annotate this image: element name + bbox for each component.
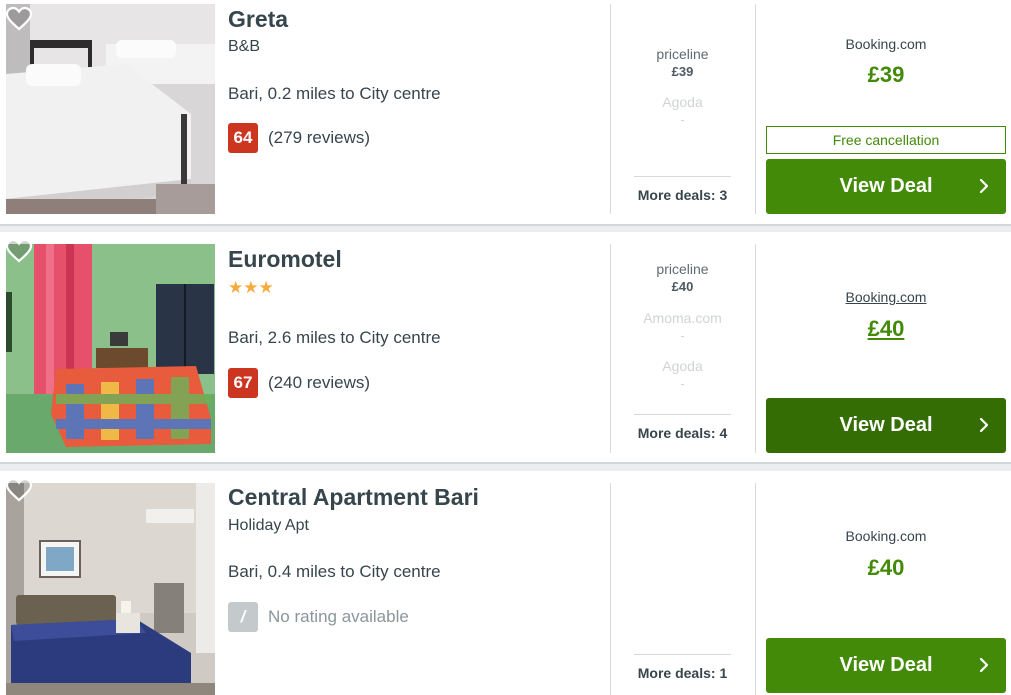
favourite-button[interactable] — [5, 477, 33, 503]
column-divider — [755, 4, 756, 214]
column-divider — [610, 4, 611, 214]
heart-outline-icon — [5, 238, 33, 263]
hotel-type: Holiday Apt — [228, 517, 309, 534]
provider-name: priceline — [656, 261, 709, 277]
review-count: (240 reviews) — [268, 373, 371, 392]
provider-price: £40 — [671, 279, 694, 294]
best-deal-price[interactable]: £39 — [766, 62, 1006, 88]
review-count: No rating available — [268, 607, 409, 626]
heart-outline-icon — [5, 477, 33, 502]
hotel-card-greta: Greta B&B Bari, 0.2 miles to City centre… — [0, 0, 1011, 224]
rating-score-badge: / — [228, 602, 258, 632]
view-deal-label: View Deal — [839, 175, 933, 197]
hotel-photo-bedroom-image — [6, 483, 215, 695]
column-divider — [610, 244, 611, 453]
free-cancellation-badge: Free cancellation — [766, 126, 1006, 154]
heart-outline-icon — [5, 6, 33, 31]
hotel-name[interactable]: Euromotel — [228, 246, 342, 273]
star-rating: ★★★ — [228, 278, 274, 297]
other-deal-item[interactable]: priceline £39 — [634, 46, 731, 80]
card-separator — [0, 462, 1011, 471]
rating-block[interactable]: 67 (240 reviews) — [228, 368, 370, 398]
favourite-button[interactable] — [5, 238, 33, 264]
rating-score-badge: 67 — [228, 368, 258, 398]
provider-name: Amoma.com — [643, 310, 722, 326]
hotel-type: B&B — [228, 38, 261, 55]
chevron-right-icon — [979, 417, 989, 433]
view-deal-button[interactable]: View Deal — [766, 159, 1006, 214]
column-divider — [755, 244, 756, 453]
best-deal-provider[interactable]: Booking.com — [766, 289, 1006, 305]
more-deals-link[interactable]: More deals: 3 — [634, 176, 731, 203]
favourite-button[interactable] — [5, 6, 33, 32]
chevron-right-icon — [979, 178, 989, 194]
column-divider — [610, 483, 611, 695]
other-deal-item: Agoda - — [634, 358, 731, 392]
hotel-card-central-apartment-bari: Central Apartment Bari Holiday Apt Bari,… — [0, 471, 1011, 695]
provider-price: £39 — [671, 64, 694, 79]
hotel-card-euromotel: Euromotel ★★★ Bari, 2.6 miles to City ce… — [0, 232, 1011, 462]
provider-price: - — [680, 112, 685, 127]
other-deal-item[interactable]: priceline £40 — [634, 261, 731, 295]
best-deal-price[interactable]: £40 — [766, 555, 1006, 581]
best-deal-price[interactable]: £40 — [766, 316, 1006, 342]
column-divider — [755, 483, 756, 695]
view-deal-label: View Deal — [839, 414, 933, 436]
best-deal-provider[interactable]: Booking.com — [766, 36, 1006, 52]
rating-block[interactable]: 64 (279 reviews) — [228, 123, 370, 153]
provider-name: priceline — [656, 46, 709, 62]
hotel-location: Bari, 0.4 miles to City centre — [228, 562, 441, 581]
hotel-location: Bari, 0.2 miles to City centre — [228, 84, 441, 103]
provider-name: Agoda — [662, 358, 703, 374]
other-deal-item: Agoda - — [634, 94, 731, 128]
hotel-photo[interactable] — [6, 4, 215, 214]
other-deal-item: Amoma.com - — [634, 310, 731, 344]
provider-name: Agoda — [662, 94, 703, 110]
provider-price: - — [680, 328, 685, 343]
hotel-photo[interactable] — [6, 244, 215, 453]
card-separator — [0, 224, 1011, 232]
more-deals-link[interactable]: More deals: 4 — [634, 414, 731, 441]
hotel-photo-bedroom-image — [6, 4, 215, 214]
view-deal-button[interactable]: View Deal — [766, 398, 1006, 453]
rating-score-badge: 64 — [228, 123, 258, 153]
view-deal-label: View Deal — [839, 654, 933, 676]
hotel-location: Bari, 2.6 miles to City centre — [228, 328, 441, 347]
hotel-name[interactable]: Greta — [228, 6, 288, 33]
review-count: (279 reviews) — [268, 128, 371, 147]
hotel-photo[interactable] — [6, 483, 215, 695]
rating-block: / No rating available — [228, 602, 409, 632]
best-deal-provider[interactable]: Booking.com — [766, 528, 1006, 544]
hotel-photo-bedroom-image — [6, 244, 215, 453]
chevron-right-icon — [979, 657, 989, 673]
view-deal-button[interactable]: View Deal — [766, 638, 1006, 693]
provider-price: - — [680, 376, 685, 391]
hotel-name[interactable]: Central Apartment Bari — [228, 484, 479, 511]
more-deals-link[interactable]: More deals: 1 — [634, 654, 731, 681]
